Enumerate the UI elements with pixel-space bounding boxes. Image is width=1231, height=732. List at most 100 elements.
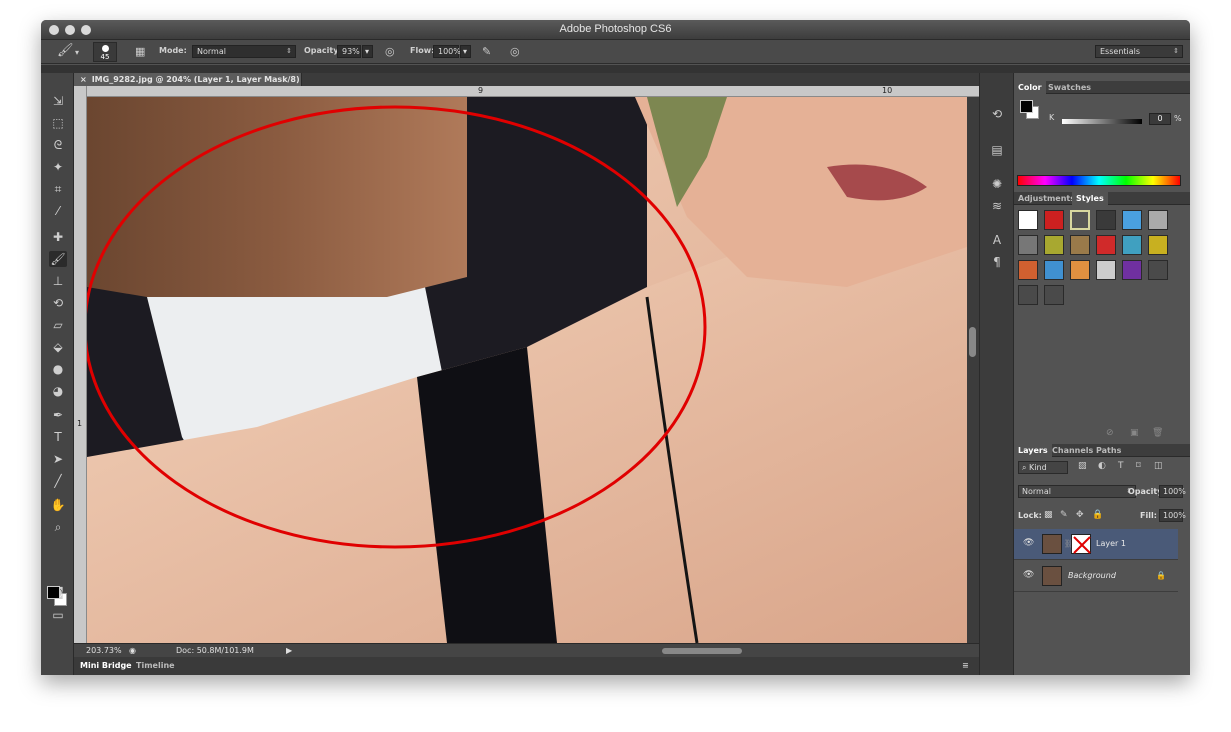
brush-presets-icon[interactable]: ✺ — [988, 175, 1006, 193]
brush-tool-icon[interactable]: 🖌 — [57, 43, 74, 58]
pressure-opacity-icon[interactable]: ◎ — [385, 45, 395, 58]
style-swatch[interactable] — [1070, 235, 1090, 255]
document-tab[interactable]: × IMG_9282.jpg @ 204% (Layer 1, Layer Mas… — [74, 73, 302, 97]
style-swatch[interactable] — [1122, 260, 1142, 280]
style-swatch[interactable] — [1148, 210, 1168, 230]
style-swatch[interactable] — [1018, 285, 1038, 305]
layer-name[interactable]: Background — [1068, 571, 1116, 580]
vertical-scroll-thumb[interactable] — [969, 327, 976, 357]
opacity-dropdown-button[interactable]: ▾ — [362, 45, 373, 58]
filter-shape-icon[interactable]: ⌑ — [1136, 461, 1141, 471]
close-tab-icon[interactable]: × — [80, 75, 87, 84]
lock-position-icon[interactable]: ✥ — [1076, 510, 1084, 520]
layer-row-layer-1[interactable]: 👁 ⛓ Layer 1 — [1014, 529, 1178, 560]
foreground-color-swatch[interactable] — [47, 586, 60, 599]
status-options-icon[interactable]: ◉ — [129, 646, 136, 655]
k-value-input[interactable]: 0 — [1149, 113, 1171, 125]
filter-adjustment-icon[interactable]: ◐ — [1098, 461, 1106, 471]
crop-tool-icon[interactable]: ⌗ — [49, 181, 67, 197]
brush-tool-icon[interactable]: 🖌 — [49, 251, 67, 267]
style-swatch[interactable] — [1096, 260, 1116, 280]
flow-input[interactable]: 100% — [433, 45, 461, 58]
style-swatch[interactable] — [1096, 235, 1116, 255]
flow-dropdown-button[interactable]: ▾ — [460, 45, 471, 58]
style-swatch[interactable] — [1122, 235, 1142, 255]
layer-name[interactable]: Layer 1 — [1096, 539, 1126, 548]
pressure-size-icon[interactable]: ◎ — [510, 45, 520, 58]
line-tool-icon[interactable]: ╱ — [49, 473, 67, 489]
clear-style-icon[interactable]: ⊘ — [1106, 428, 1114, 438]
hand-tool-icon[interactable]: ✋ — [49, 497, 67, 513]
marquee-tool-icon[interactable]: ⬚ — [49, 115, 67, 131]
panel-menu-icon[interactable]: ≡ — [962, 661, 969, 670]
style-swatch[interactable] — [1070, 260, 1090, 280]
style-swatch[interactable] — [1018, 260, 1038, 280]
style-swatch[interactable] — [1044, 285, 1064, 305]
airbrush-icon[interactable]: ✎ — [482, 45, 491, 58]
play-icon[interactable]: ▶ — [286, 646, 292, 655]
pen-tool-icon[interactable]: ✒ — [49, 407, 67, 423]
blend-mode-select[interactable]: Normal ⇕ — [1018, 485, 1136, 498]
character-icon[interactable]: A — [988, 231, 1006, 249]
brush-panel-icon[interactable]: ▦ — [135, 45, 145, 58]
style-none-swatch[interactable] — [1018, 210, 1038, 230]
vertical-scrollbar[interactable] — [967, 97, 979, 643]
delete-style-icon[interactable]: 🗑 — [1152, 428, 1163, 438]
lock-all-icon[interactable]: 🔒 — [1092, 510, 1103, 520]
k-channel-slider[interactable] — [1062, 119, 1142, 124]
healing-brush-tool-icon[interactable]: ✚ — [49, 229, 67, 245]
tab-layers[interactable]: Layers — [1014, 444, 1052, 457]
zoom-tool-icon[interactable]: ⌕ — [49, 519, 67, 535]
tab-adjustments[interactable]: Adjustments — [1018, 194, 1075, 203]
tab-styles[interactable]: Styles — [1072, 192, 1108, 205]
blur-tool-icon[interactable]: ● — [49, 361, 67, 377]
eyedropper-tool-icon[interactable]: ⁄ — [49, 203, 67, 219]
visibility-eye-icon[interactable]: 👁 — [1023, 570, 1034, 580]
screen-mode-icon[interactable]: ▭ — [49, 607, 67, 623]
properties-icon[interactable]: ▤ — [988, 141, 1006, 159]
tab-channels[interactable]: Channels — [1052, 446, 1093, 455]
layer-filter-select[interactable]: ⌕ Kind — [1018, 461, 1068, 474]
tab-color[interactable]: Color — [1014, 81, 1046, 94]
filter-pixel-icon[interactable]: ▨ — [1078, 461, 1087, 471]
style-swatch[interactable] — [1070, 210, 1090, 230]
style-swatch[interactable] — [1096, 210, 1116, 230]
layer-mask-thumbnail[interactable] — [1071, 534, 1091, 554]
filter-smart-object-icon[interactable]: ◫ — [1154, 461, 1163, 471]
style-swatch[interactable] — [1148, 235, 1168, 255]
tab-timeline[interactable]: Timeline — [136, 661, 175, 670]
brush-panel-icon[interactable]: ≋ — [988, 197, 1006, 215]
visibility-eye-icon[interactable]: 👁 — [1023, 538, 1034, 548]
color-panel-foreground-swatch[interactable] — [1020, 100, 1033, 113]
horizontal-scroll-thumb[interactable] — [662, 648, 742, 654]
style-swatch[interactable] — [1044, 260, 1064, 280]
lock-pixels-icon[interactable]: ✎ — [1060, 510, 1068, 520]
color-spectrum-ramp[interactable] — [1017, 175, 1181, 186]
paragraph-icon[interactable]: ¶ — [988, 253, 1006, 271]
zoom-level[interactable]: 203.73% — [86, 646, 122, 655]
layer-row-background[interactable]: 👁 Background 🔒 — [1014, 561, 1178, 592]
style-swatch[interactable] — [1148, 260, 1168, 280]
opacity-input[interactable]: 93% — [337, 45, 361, 58]
paint-bucket-tool-icon[interactable]: ⬙ — [49, 339, 67, 355]
chevron-down-icon[interactable]: ▾ — [75, 48, 79, 57]
layer-opacity-input[interactable]: 100% — [1159, 485, 1186, 498]
style-swatch[interactable] — [1018, 235, 1038, 255]
history-icon[interactable]: ⟲ — [988, 105, 1006, 123]
new-style-icon[interactable]: ▣ — [1130, 428, 1139, 438]
eraser-tool-icon[interactable]: ▱ — [49, 317, 67, 333]
lasso-tool-icon[interactable]: ᘓ — [49, 137, 67, 153]
fill-input[interactable]: 100% — [1159, 509, 1186, 522]
type-tool-icon[interactable]: T — [49, 429, 67, 445]
style-swatch[interactable] — [1044, 210, 1064, 230]
style-swatch[interactable] — [1044, 235, 1064, 255]
tab-mini-bridge[interactable]: Mini Bridge — [80, 661, 132, 670]
filter-type-icon[interactable]: T — [1118, 461, 1124, 471]
quick-selection-tool-icon[interactable]: ✦ — [49, 159, 67, 175]
style-swatch[interactable] — [1122, 210, 1142, 230]
path-selection-tool-icon[interactable]: ➤ — [49, 451, 67, 467]
move-tool-icon[interactable]: ⇲ — [49, 93, 67, 109]
mode-select[interactable]: Normal ⇕ — [192, 45, 296, 58]
workspace-switcher[interactable]: Essentials ⇕ — [1095, 45, 1183, 58]
document-canvas[interactable] — [87, 97, 967, 643]
